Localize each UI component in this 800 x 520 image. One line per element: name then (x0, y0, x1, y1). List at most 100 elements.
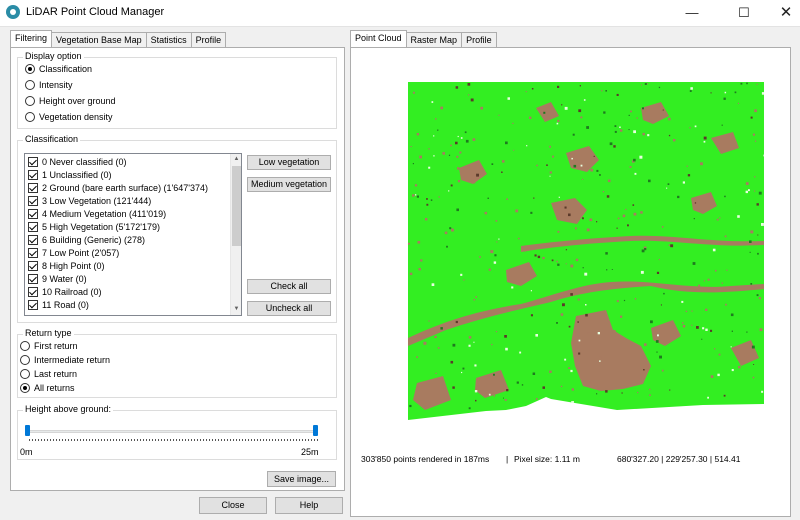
points-rendered-status: 303'850 points rendered in 187ms (361, 454, 490, 464)
list-item[interactable]: 6 Building (Generic) (278) (28, 234, 145, 246)
tab-vegetation-base-map[interactable]: Vegetation Base Map (51, 32, 147, 48)
tab-raster-map[interactable]: Raster Map (405, 32, 463, 48)
return-type-label: Return type (23, 328, 74, 338)
help-button[interactable]: Help (275, 497, 343, 514)
radio-label: All returns (34, 383, 75, 393)
list-item-label: 0 Never classified (0) (42, 157, 127, 167)
checkbox[interactable] (28, 157, 38, 167)
tab-filtering[interactable]: Filtering (10, 30, 53, 48)
height-slider-min-handle[interactable] (25, 425, 30, 436)
height-max-label: 25m (301, 447, 319, 457)
list-scrollbar[interactable]: ▲ ▼ (230, 154, 241, 315)
checkbox[interactable] (28, 274, 38, 284)
radio-height-over-ground[interactable]: Height over ground (25, 96, 116, 106)
radio-indicator[interactable] (20, 383, 30, 393)
list-item-label: 6 Building (Generic) (278) (42, 235, 146, 245)
radio-last-return[interactable]: Last return (20, 369, 77, 379)
radio-indicator[interactable] (20, 341, 30, 351)
checkbox[interactable] (28, 235, 38, 245)
return-type-group: Return type First return Intermediate re… (17, 328, 337, 398)
radio-first-return[interactable]: First return (20, 341, 78, 351)
radio-indicator[interactable] (25, 112, 35, 122)
low-vegetation-button[interactable]: Low vegetation (247, 155, 331, 170)
list-item-label: 5 High Vegetation (5'172'179) (42, 222, 161, 232)
tab-profile-left[interactable]: Profile (190, 32, 227, 48)
list-item-label: 7 Low Point (2'057) (42, 248, 120, 258)
list-item[interactable]: 10 Railroad (0) (28, 286, 102, 298)
right-tab-bar: Point Cloud Raster Map Profile (350, 30, 497, 48)
save-image-button[interactable]: Save image... (267, 471, 336, 487)
medium-vegetation-button[interactable]: Medium vegetation (247, 177, 331, 192)
list-item[interactable]: 5 High Vegetation (5'172'179) (28, 221, 160, 233)
radio-intensity[interactable]: Intensity (25, 80, 73, 90)
window-title: LiDAR Point Cloud Manager (26, 6, 165, 18)
checkbox[interactable] (28, 196, 38, 206)
checkbox[interactable] (28, 287, 38, 297)
radio-label: Vegetation density (39, 112, 113, 122)
list-item-label: 4 Medium Vegetation (411'019) (42, 209, 167, 219)
list-item[interactable]: 0 Never classified (0) (28, 156, 127, 168)
display-option-group: Display option Classification Intensity … (17, 51, 337, 129)
list-item[interactable]: 7 Low Point (2'057) (28, 247, 119, 259)
close-window-button[interactable]: ✕ (764, 0, 800, 27)
list-item-label: 11 Road (0) (42, 300, 89, 310)
radio-label: Last return (34, 369, 78, 379)
height-slider-max-handle[interactable] (313, 425, 318, 436)
radio-classification[interactable]: Classification (25, 64, 92, 74)
classification-group: Classification 0 Never classified (0) 1 … (17, 134, 337, 323)
checkbox[interactable] (28, 183, 38, 193)
list-item-label: 1 Unclassified (0) (42, 170, 112, 180)
list-item[interactable]: 4 Medium Vegetation (411'019) (28, 208, 166, 220)
classification-label: Classification (23, 134, 81, 144)
list-item[interactable]: 1 Unclassified (0) (28, 169, 112, 181)
height-min-label: 0m (20, 447, 33, 457)
minimize-button[interactable]: — (670, 0, 714, 27)
radio-all-returns[interactable]: All returns (20, 383, 75, 393)
list-item[interactable]: 2 Ground (bare earth surface) (1'647'374… (28, 182, 208, 194)
radio-indicator[interactable] (25, 80, 35, 90)
filtering-panel: Display option Classification Intensity … (10, 47, 345, 491)
radio-vegetation-density[interactable]: Vegetation density (25, 112, 113, 122)
scroll-down-icon[interactable]: ▼ (231, 304, 241, 315)
checkbox[interactable] (28, 300, 38, 310)
checkbox[interactable] (28, 222, 38, 232)
pixel-size-status: Pixel size: 1.11 m (514, 454, 580, 464)
uncheck-all-button[interactable]: Uncheck all (247, 301, 331, 316)
list-item-label: 9 Water (0) (42, 274, 87, 284)
point-cloud-view: 303'850 points rendered in 187ms | Pixel… (350, 47, 791, 517)
list-item[interactable]: 11 Road (0) (28, 299, 89, 311)
tab-point-cloud[interactable]: Point Cloud (350, 30, 407, 48)
radio-indicator[interactable] (25, 64, 35, 74)
slider-ticks (29, 439, 319, 441)
coordinates-readout: 680'327.20 | 229'257.30 | 514.41 (617, 454, 741, 464)
list-item-label: 10 Railroad (0) (42, 287, 102, 297)
tab-statistics[interactable]: Statistics (145, 32, 192, 48)
tab-profile-right[interactable]: Profile (461, 32, 497, 48)
radio-intermediate-return[interactable]: Intermediate return (20, 355, 110, 365)
list-item[interactable]: 9 Water (0) (28, 273, 87, 285)
check-all-button[interactable]: Check all (247, 279, 331, 294)
classification-list[interactable]: 0 Never classified (0) 1 Unclassified (0… (24, 153, 242, 316)
maximize-button[interactable]: ☐ (722, 0, 766, 27)
checkbox[interactable] (28, 248, 38, 258)
radio-label: Intensity (39, 80, 73, 90)
scroll-up-icon[interactable]: ▲ (231, 154, 241, 165)
list-item[interactable]: 8 High Point (0) (28, 260, 105, 272)
radio-indicator[interactable] (20, 369, 30, 379)
app-icon (6, 5, 20, 19)
radio-label: Classification (39, 64, 93, 74)
list-item-label: 2 Ground (bare earth surface) (1'647'374… (42, 183, 209, 193)
close-button[interactable]: Close (199, 497, 267, 514)
radio-indicator[interactable] (20, 355, 30, 365)
radio-indicator[interactable] (25, 96, 35, 106)
point-cloud-canvas[interactable] (351, 48, 790, 448)
list-item-label: 3 Low Vegetation (121'444) (42, 196, 152, 206)
checkbox[interactable] (28, 261, 38, 271)
status-separator: | (506, 454, 509, 464)
checkbox[interactable] (28, 209, 38, 219)
list-item[interactable]: 3 Low Vegetation (121'444) (28, 195, 151, 207)
checkbox[interactable] (28, 170, 38, 180)
height-slider-track[interactable] (28, 430, 318, 433)
left-tab-bar: Filtering Vegetation Base Map Statistics… (10, 30, 227, 48)
scrollbar-thumb[interactable] (232, 166, 241, 246)
